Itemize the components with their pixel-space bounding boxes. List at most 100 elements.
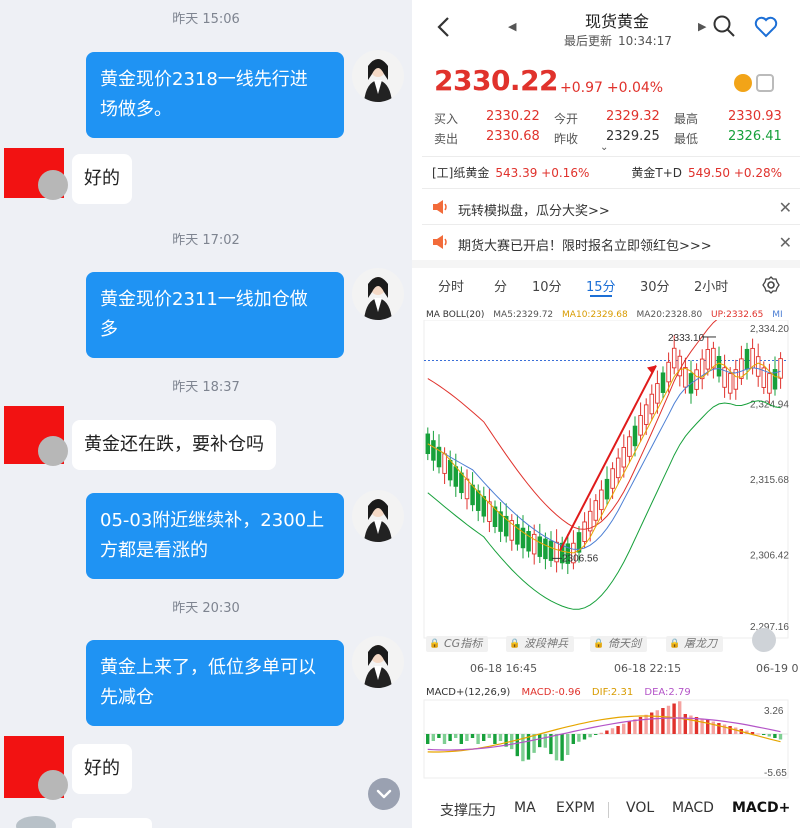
candle-body: [705, 349, 711, 370]
chat-message-outgoing[interactable]: 05-03附近继续补，2300上 方都是看涨的: [86, 493, 344, 579]
tab-macd-plus[interactable]: MACD+: [732, 800, 790, 816]
analyst-avatar[interactable]: [352, 268, 404, 320]
candle-body: [767, 373, 772, 394]
candle-body: [727, 373, 733, 394]
user-avatar[interactable]: [4, 148, 68, 200]
back-arrow-icon[interactable]: [436, 14, 452, 47]
related-quotes[interactable]: [工]纸黄金 543.39 +0.16% 黄金T+D 549.50 +0.28%: [432, 164, 782, 181]
analyst-avatar[interactable]: [352, 490, 404, 542]
candle-body: [711, 347, 716, 369]
user-avatar[interactable]: [4, 406, 68, 466]
macd-histogram-bar: [666, 705, 671, 734]
macd-histogram-bar: [644, 714, 648, 734]
stat-high: 最高: [674, 110, 698, 127]
macd-histogram-bar: [482, 734, 486, 741]
chat-message-outgoing[interactable]: 黄金上来了，低位多单可以 先减仓: [86, 640, 344, 726]
stat-label: 最高: [674, 112, 699, 126]
chevron-down-icon[interactable]: [368, 778, 400, 810]
chat-message-partial: [72, 818, 152, 828]
fullscreen-icon[interactable]: [752, 628, 776, 652]
favorite-heart-icon[interactable]: [754, 16, 778, 42]
tab-2hour[interactable]: 2小时: [694, 276, 728, 295]
tab-macd[interactable]: MACD: [672, 800, 714, 816]
macd-histogram-bar: [538, 734, 542, 748]
chat-message-outgoing[interactable]: 黄金现价2318一线先行进 场做多。: [86, 52, 344, 138]
candle-body: [464, 478, 470, 500]
tab-30min[interactable]: 30分: [640, 276, 670, 295]
chat-message-incoming[interactable]: 好的: [72, 154, 132, 204]
tab-support-resistance[interactable]: 支撑压力: [440, 800, 496, 820]
message-line: 黄金现价2311一线加仓做: [100, 289, 308, 310]
gear-icon[interactable]: [762, 276, 780, 298]
stat-label: 卖出: [434, 132, 459, 146]
trend-arrow: [559, 365, 657, 552]
locked-tool[interactable]: 倚天剑: [590, 636, 647, 652]
locked-tool[interactable]: CG指标: [426, 636, 489, 652]
macd-histogram-bar: [616, 726, 620, 734]
low-annotation: 2306.56: [562, 553, 599, 564]
locked-tool[interactable]: 波段神兵: [506, 636, 574, 652]
message-line: 方都是看涨的: [100, 540, 208, 561]
macd-histogram-bar: [465, 734, 469, 741]
macd-histogram-bar: [437, 734, 441, 738]
analyst-avatar-image: [364, 645, 392, 688]
macd-histogram-bar: [560, 734, 564, 761]
candle-body: [739, 358, 744, 379]
candle-body: [548, 540, 554, 561]
candle-body: [615, 457, 621, 479]
compare-icon[interactable]: [756, 74, 774, 92]
candle-body: [649, 393, 655, 415]
notice-text: 期货大赛已开启！限时报名立即领红包>>>: [458, 239, 712, 254]
tab-vol[interactable]: VOL: [626, 800, 654, 816]
close-icon[interactable]: ✕: [779, 198, 792, 217]
macd-histogram-bar: [767, 734, 771, 737]
macd-histogram-bar: [498, 734, 503, 741]
expand-chevron-icon[interactable]: ⌄: [600, 142, 608, 153]
tab-expm[interactable]: EXPM: [556, 800, 595, 816]
candlestick-chart[interactable]: 2,334.202,324.942,315.682,306.422,297.16…: [412, 320, 800, 780]
user-avatar[interactable]: [4, 736, 68, 800]
alert-icon[interactable]: [734, 74, 752, 92]
prev-symbol-icon[interactable]: ◀: [508, 20, 516, 33]
candle-body: [744, 348, 750, 370]
macd-legend: MACD+(12,26,9) MACD:-0.96 DIF:2.31 DEA:2…: [426, 687, 699, 698]
stat-label: 今开: [554, 112, 579, 126]
macd-histogram-bar: [762, 734, 766, 735]
candle-body: [431, 440, 436, 461]
y-axis-label: 2,334.20: [750, 324, 789, 335]
macd-histogram-bar: [722, 724, 727, 734]
chat-message-incoming[interactable]: 好的: [72, 744, 132, 794]
candle-body: [459, 472, 464, 494]
analyst-avatar[interactable]: [352, 636, 404, 688]
next-symbol-icon[interactable]: ▶: [698, 20, 706, 33]
search-icon[interactable]: [712, 14, 736, 42]
tab-ma[interactable]: MA: [514, 800, 536, 816]
tab-15min[interactable]: 15分: [586, 276, 616, 297]
macd-histogram-bar: [717, 723, 721, 734]
macd-axis-label: -5.65: [764, 768, 787, 779]
x-axis-label: 06-18 22:15: [614, 662, 682, 675]
related-left-name: [工]纸黄金: [432, 166, 490, 180]
analyst-avatar[interactable]: [352, 50, 404, 102]
tab-10min[interactable]: 10分: [532, 276, 562, 295]
notice-text: 玩转模拟盘，瓜分大奖>>: [458, 204, 610, 219]
ma10-line: [427, 362, 781, 554]
macd-histogram-bar: [566, 734, 570, 755]
chat-message-incoming[interactable]: 黄金还在跌，要补仓吗: [72, 420, 276, 470]
section-gap: [412, 260, 800, 268]
y-axis-label: 2,306.42: [750, 551, 789, 562]
message-line: 先减仓: [100, 687, 154, 708]
tab-fenshi[interactable]: 分时: [438, 276, 464, 295]
message-line: 黄金现价2318一线先行进: [100, 69, 308, 90]
related-left-value: 543.39 +0.16%: [495, 166, 590, 180]
divider: [422, 224, 800, 225]
candle-body: [750, 347, 755, 369]
locked-tool[interactable]: 屠龙刀: [666, 636, 723, 652]
macd-histogram-bar: [470, 734, 475, 738]
chat-message-outgoing[interactable]: 黄金现价2311一线加仓做 多: [86, 272, 344, 358]
tab-1min[interactable]: 分: [494, 276, 507, 295]
stat-sell: 卖出: [434, 130, 458, 147]
macd-histogram-bar: [476, 734, 480, 744]
macd-histogram-bar: [459, 734, 463, 744]
close-icon[interactable]: ✕: [779, 233, 792, 252]
